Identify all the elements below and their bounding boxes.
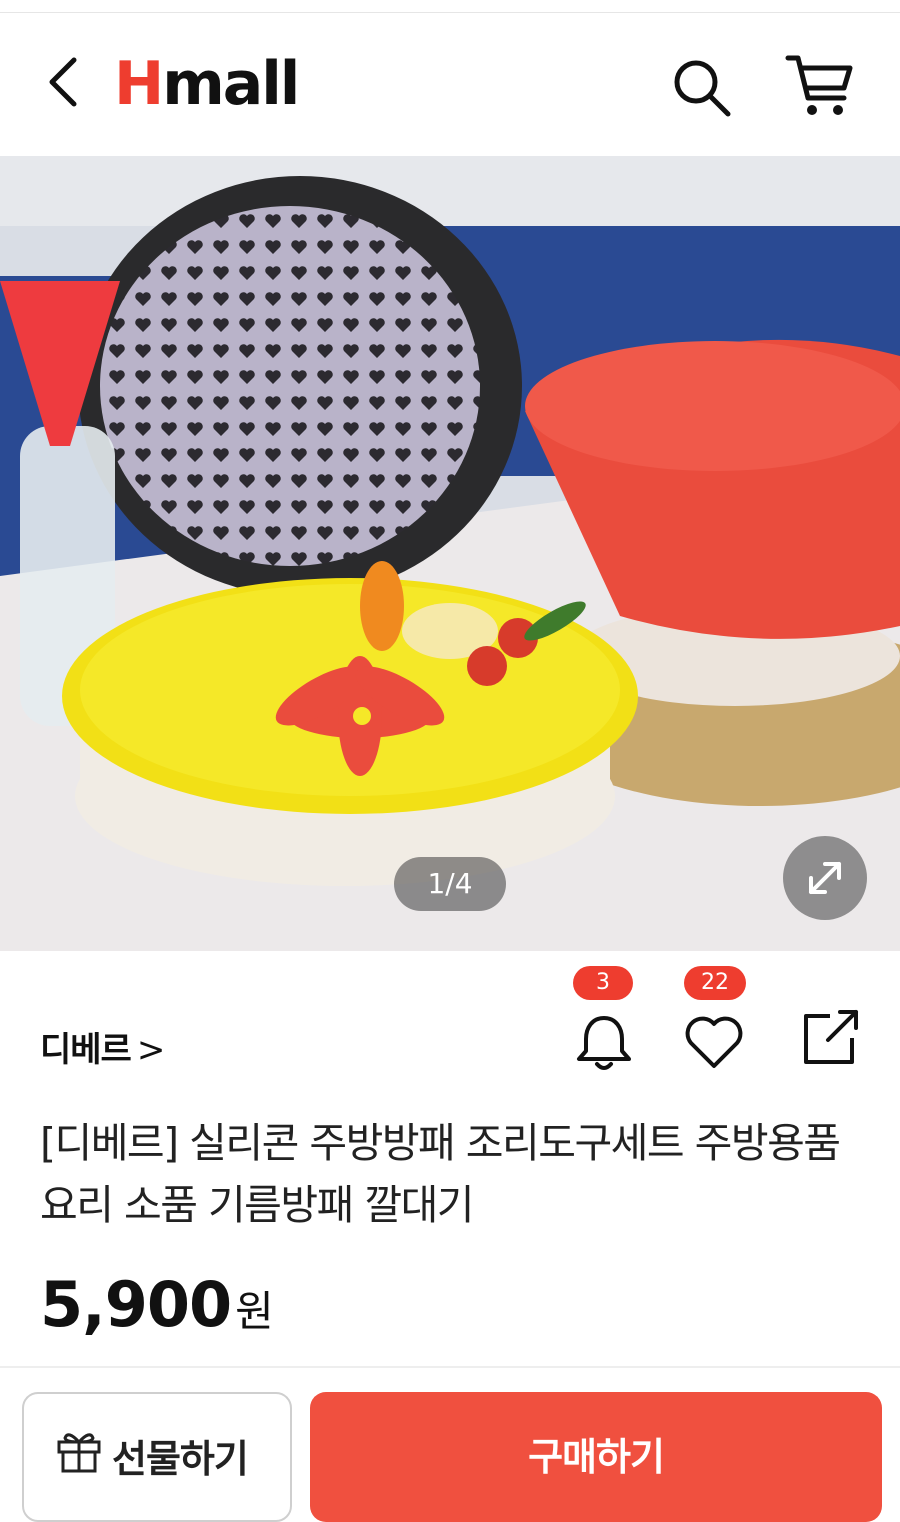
hmall-logo[interactable]: Hmall bbox=[114, 54, 300, 114]
like-button[interactable] bbox=[674, 1000, 754, 1080]
share-button[interactable] bbox=[790, 1000, 870, 1080]
price-unit: 원 bbox=[235, 1287, 274, 1336]
brand-name: 디베르 bbox=[40, 1030, 132, 1070]
back-button[interactable] bbox=[36, 52, 92, 112]
section-divider bbox=[0, 1366, 900, 1368]
search-icon bbox=[674, 60, 731, 117]
product-price: 5,900원 bbox=[40, 1268, 274, 1341]
gift-icon bbox=[57, 1433, 101, 1473]
buy-button[interactable]: 구매하기 bbox=[310, 1392, 882, 1522]
cart-icon bbox=[785, 55, 853, 115]
product-photo bbox=[0, 156, 900, 951]
app-header: Hmall bbox=[0, 14, 900, 156]
status-divider bbox=[0, 12, 900, 13]
price-value: 5,900 bbox=[40, 1268, 232, 1341]
like-count-badge: 22 bbox=[684, 966, 746, 1000]
product-title: [디베르] 실리콘 주방방패 조리도구세트 주방용품 요리 소품 기름방패 깔대… bbox=[40, 1119, 841, 1229]
logo-text: mall bbox=[162, 49, 300, 119]
alarm-button[interactable] bbox=[563, 1000, 643, 1080]
chevron-left-icon bbox=[49, 57, 77, 107]
brand-link[interactable]: 디베르 > bbox=[40, 1022, 165, 1071]
heart-icon bbox=[685, 1016, 743, 1068]
gift-button[interactable]: 선물하기 bbox=[22, 1392, 292, 1522]
alarm-count-badge: 3 bbox=[573, 966, 633, 1000]
image-counter: 1/4 bbox=[394, 857, 506, 911]
cart-button[interactable] bbox=[784, 52, 856, 122]
brand-chevron: > bbox=[136, 1030, 165, 1070]
logo-h: H bbox=[114, 49, 164, 119]
search-button[interactable] bbox=[668, 54, 734, 120]
gift-button-label: 선물하기 bbox=[112, 1437, 249, 1481]
product-image[interactable] bbox=[0, 156, 900, 951]
expand-icon bbox=[809, 862, 841, 894]
expand-image-button[interactable] bbox=[783, 836, 867, 920]
bell-icon bbox=[577, 1016, 631, 1070]
buy-button-label: 구매하기 bbox=[528, 1435, 665, 1479]
share-icon bbox=[804, 1010, 858, 1064]
